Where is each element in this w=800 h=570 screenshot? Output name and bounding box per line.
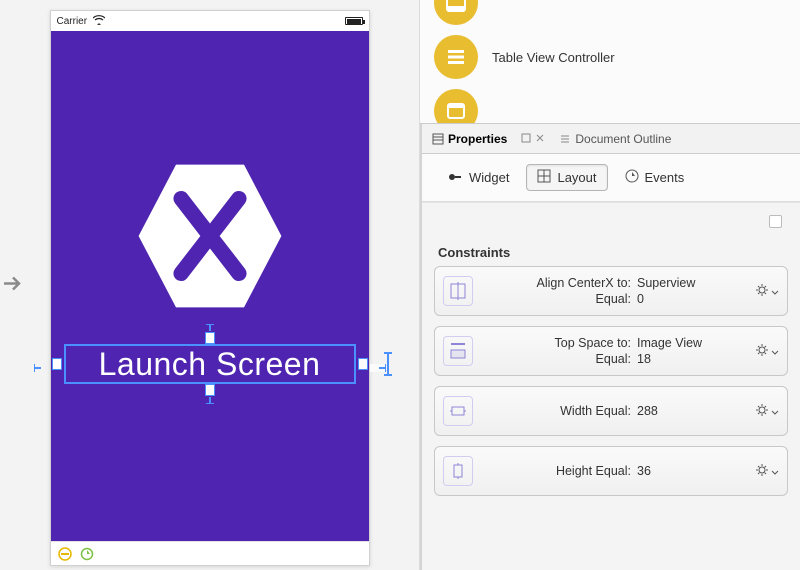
resize-handle-left[interactable] [52,358,62,370]
widget-icon [447,170,463,185]
constraint-value: Superview [637,276,747,290]
wifi-icon [93,15,105,28]
tab-label: Document Outline [575,132,671,146]
constraint-menu-button[interactable] [755,463,779,480]
resize-handle-right[interactable] [358,358,368,370]
panel-tabstrip: Properties Document Outline [422,124,800,154]
constraint-label: Align CenterX to: [481,276,631,290]
constraints-heading: Constraints [434,231,788,266]
design-canvas[interactable]: Carrier Launch Screen [0,0,420,570]
constraint-value: 0 [637,292,747,306]
battery-icon [345,17,363,25]
constraint-menu-button[interactable] [755,343,779,360]
height-icon [443,456,473,486]
outline-icon [559,133,571,145]
selected-label[interactable]: Launch Screen [66,346,354,382]
gear-icon [755,463,769,480]
constraint-menu-button[interactable] [755,283,779,300]
gear-icon [755,403,769,420]
constraint-label: Height Equal: [481,464,631,478]
constraint-value: Image View [637,336,747,350]
close-icon[interactable] [535,131,545,146]
chevron-down-icon [771,284,779,299]
subtab-widget[interactable]: Widget [436,165,520,190]
carrier-label: Carrier [57,16,88,27]
gear-icon [755,283,769,300]
properties-subtabs: Widget Layout Events [422,154,800,202]
toolbox-item-tabbar[interactable] [434,0,790,30]
constraint-row[interactable]: Top Space to: Image View Equal: 18 [434,326,788,376]
chevron-down-icon [771,404,779,419]
gear-icon [755,343,769,360]
constraint-label: Equal: [481,292,631,306]
launch-screen-label[interactable]: Launch Screen [66,346,354,382]
status-bar: Carrier [51,11,369,31]
tabbar-controller-icon [434,0,478,25]
toolbox-item-tableview[interactable]: Table View Controller [434,30,790,84]
toolbox-panel[interactable]: Table View Controller [420,0,800,124]
constraint-label: Equal: [481,352,631,366]
detach-icon[interactable] [521,131,531,146]
constraint-value: 36 [637,464,747,478]
tab-label: Properties [448,132,507,146]
tab-controls [521,131,545,146]
constraint-value: 288 [637,404,747,418]
right-panels: Table View Controller Properties Documen… [420,0,800,570]
text-cursor-icon [382,350,394,381]
chevron-down-icon [771,344,779,359]
subtab-label: Layout [557,170,596,185]
constraint-row[interactable]: Height Equal: 36 [434,446,788,496]
layout-icon [537,169,551,186]
constraint-handle-left[interactable] [34,364,50,372]
properties-panel: Properties Document Outline Widget Layou… [420,124,800,570]
events-icon [625,169,639,186]
launch-screen-view[interactable]: Launch Screen [51,31,369,541]
tab-document-outline[interactable]: Document Outline [555,130,675,148]
refresh-icon[interactable] [79,546,95,562]
constraint-row[interactable]: Width Equal: 288 [434,386,788,436]
view-controller-icon [434,89,478,124]
constraint-row[interactable]: Align CenterX to: Superview Equal: 0 [434,266,788,316]
constraint-value: 18 [637,352,747,366]
phone-frame: Carrier Launch Screen [50,10,370,566]
arrow-right-icon [0,272,24,299]
top-space-icon [443,336,473,366]
tab-properties[interactable]: Properties [428,130,511,148]
canvas-bottom-toolbar [51,541,369,565]
checkbox[interactable] [769,215,782,228]
constraint-menu-button[interactable] [755,403,779,420]
toolbox-item-view[interactable] [434,84,790,124]
truncated-option-row [434,211,788,231]
align-centerx-icon [443,276,473,306]
warning-icon[interactable] [57,546,73,562]
constraint-handle-top[interactable] [206,324,214,340]
width-icon [443,396,473,426]
constraint-label: Width Equal: [481,404,631,418]
constraint-handle-bottom[interactable] [206,388,214,404]
table-view-controller-icon [434,35,478,79]
subtab-events[interactable]: Events [614,164,696,191]
properties-icon [432,133,444,145]
layout-content[interactable]: Constraints Align CenterX to: Superview E… [422,202,800,570]
subtab-layout[interactable]: Layout [526,164,607,191]
chevron-down-icon [771,464,779,479]
constraint-label: Top Space to: [481,336,631,350]
subtab-label: Events [645,170,685,185]
xamarin-logo-icon [125,151,295,324]
subtab-label: Widget [469,170,509,185]
toolbox-item-label: Table View Controller [492,50,615,65]
